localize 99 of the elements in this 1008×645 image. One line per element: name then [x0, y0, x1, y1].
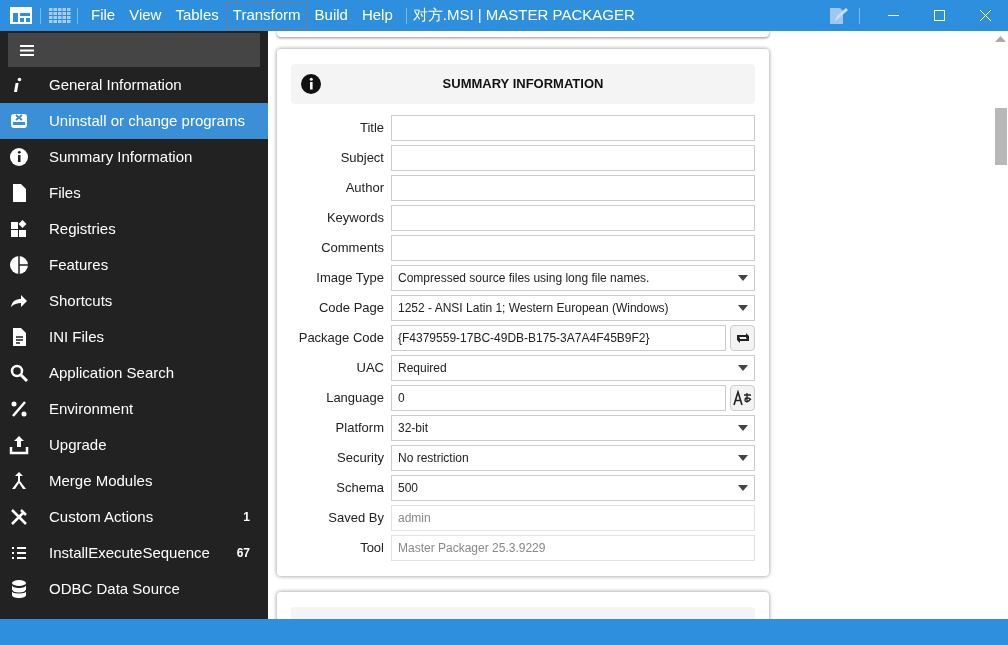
sidebar-item[interactable]: Summary Information [0, 139, 268, 175]
dropdown-caret-icon [738, 425, 748, 431]
field-label: Schema [335, 479, 384, 498]
regenerate-button[interactable] [730, 325, 755, 351]
dropdown-value: 1252 - ANSI Latin 1; Western European (Windows) [398, 300, 669, 317]
sidebar-item-label: InstallExecuteSequence [49, 542, 211, 563]
field-label: Language [325, 389, 384, 408]
sidebar-item-label: Features [49, 254, 110, 275]
close-icon [979, 10, 991, 21]
field-label: UAC [355, 359, 384, 378]
dropdown-caret-icon [738, 485, 748, 491]
minimize-icon [887, 14, 899, 17]
registry-icon [9, 219, 29, 239]
database-icon [9, 579, 29, 599]
grid-icon[interactable] [49, 7, 71, 24]
field-label: Tool [359, 539, 384, 558]
sidebar-item[interactable]: Files [0, 175, 268, 211]
dropdown-caret-icon [738, 275, 748, 281]
dropdown-field[interactable]: 1252 - ANSI Latin 1; Western European (Windows) [391, 295, 755, 321]
sidebar-item-label: INI Files [49, 326, 105, 347]
field-label: Security [336, 449, 384, 468]
field-label: Code Page [317, 299, 384, 318]
sidebar-item-label: Merge Modules [49, 470, 154, 491]
field-label: Saved By [327, 509, 384, 528]
pie-chart-icon [9, 255, 29, 275]
sidebar-item-label: Registries [49, 218, 117, 239]
readonly-field: Master Packager 25.3.9229 [391, 535, 755, 561]
language-button[interactable] [730, 385, 755, 411]
text-field[interactable]: 0 [391, 385, 726, 411]
field-label: Package Code [297, 329, 384, 348]
dropdown-caret-icon [738, 365, 748, 371]
search-icon [9, 363, 29, 383]
sidebar-item-label: Environment [49, 398, 135, 419]
sidebar-item[interactable]: InstallExecuteSequence 67 [0, 535, 268, 571]
sidebar-item[interactable]: Environment [0, 391, 268, 427]
dropdown-value: Compressed source files using long file names. [398, 270, 650, 287]
dropdown-value: Required [398, 360, 447, 377]
text-field[interactable]: {F4379559-17BC-49DB-B175-3A7A4F45B9F2} [391, 325, 726, 351]
field-label: Title [358, 119, 384, 138]
sidebar-item-label: Upgrade [49, 434, 108, 455]
sidebar-item[interactable]: Upgrade [0, 427, 268, 463]
field-label: Comments [320, 239, 384, 258]
count-label: 1 [243, 509, 250, 526]
count-label: 67 [236, 545, 250, 562]
maximize-icon [933, 10, 945, 21]
uninstall-icon [9, 111, 29, 131]
dropdown-field[interactable]: No restriction [391, 445, 755, 471]
text-field[interactable] [391, 115, 755, 141]
scrollbar-thumb[interactable] [994, 108, 1007, 165]
dropdown-value: 32-bit [398, 420, 429, 437]
dropdown-field[interactable]: Required [391, 355, 755, 381]
dropdown-caret-icon [738, 455, 748, 461]
text-field[interactable] [391, 205, 755, 231]
sidebar-item-label: Summary Information [49, 146, 194, 167]
sidebar-item-label: Shortcuts [49, 290, 114, 311]
field-label: Keywords [325, 209, 384, 228]
merge-icon [9, 471, 29, 491]
text-field[interactable] [391, 175, 755, 201]
upload-icon [9, 435, 29, 455]
card-title: SUMMARY INFORMATION [441, 75, 605, 94]
scroll-up-icon[interactable] [995, 36, 1006, 42]
dropdown-field[interactable]: Compressed source files using long file names. [391, 265, 755, 291]
sidebar-item[interactable]: General Information [0, 67, 268, 103]
dropdown-value: No restriction [398, 450, 469, 467]
info-icon [9, 147, 29, 167]
dropdown-caret-icon [738, 305, 748, 311]
window-title: 对方.MSI | MASTER PACKAGER [412, 5, 635, 26]
sidebar-item[interactable]: Features [0, 247, 268, 283]
sidebar-item-label: Files [49, 182, 82, 203]
layout-icon[interactable] [10, 7, 32, 24]
dropdown-field[interactable]: 32-bit [391, 415, 755, 441]
text-field[interactable] [391, 235, 755, 261]
dropdown-value: 500 [398, 480, 419, 497]
field-label: Platform [334, 419, 384, 438]
sidebar-item[interactable]: Application Search [0, 355, 268, 391]
dropdown-field[interactable]: 500 [391, 475, 755, 501]
sidebar-item[interactable]: Shortcuts [0, 283, 268, 319]
edit-document-icon[interactable] [829, 6, 849, 25]
sidebar-item-label: General Information [49, 74, 183, 95]
refresh-icon [734, 331, 751, 345]
sidebar-item-label: Custom Actions [49, 506, 155, 527]
text-field[interactable] [391, 145, 755, 171]
language-icon [732, 390, 753, 406]
tools-icon [9, 507, 29, 527]
sidebar-item-label: Application Search [49, 362, 176, 383]
field-label: Author [344, 179, 384, 198]
sidebar-item[interactable]: INI Files [0, 319, 268, 355]
percent-icon [9, 399, 29, 419]
readonly-field: admin [391, 505, 755, 531]
field-label: Image Type [315, 269, 384, 288]
sidebar-item[interactable]: ODBC Data Source [0, 571, 268, 607]
info-icon [301, 74, 321, 94]
sidebar-item-label: ODBC Data Source [49, 578, 181, 599]
sidebar-item[interactable]: Registries [0, 211, 268, 247]
field-label: Subject [339, 149, 384, 168]
sidebar-item[interactable]: Merge Modules [0, 463, 268, 499]
sidebar-item-label: Uninstall or change programs [49, 110, 246, 131]
menu-icon[interactable] [20, 44, 34, 56]
sidebar-item[interactable]: Custom Actions 1 [0, 499, 268, 535]
